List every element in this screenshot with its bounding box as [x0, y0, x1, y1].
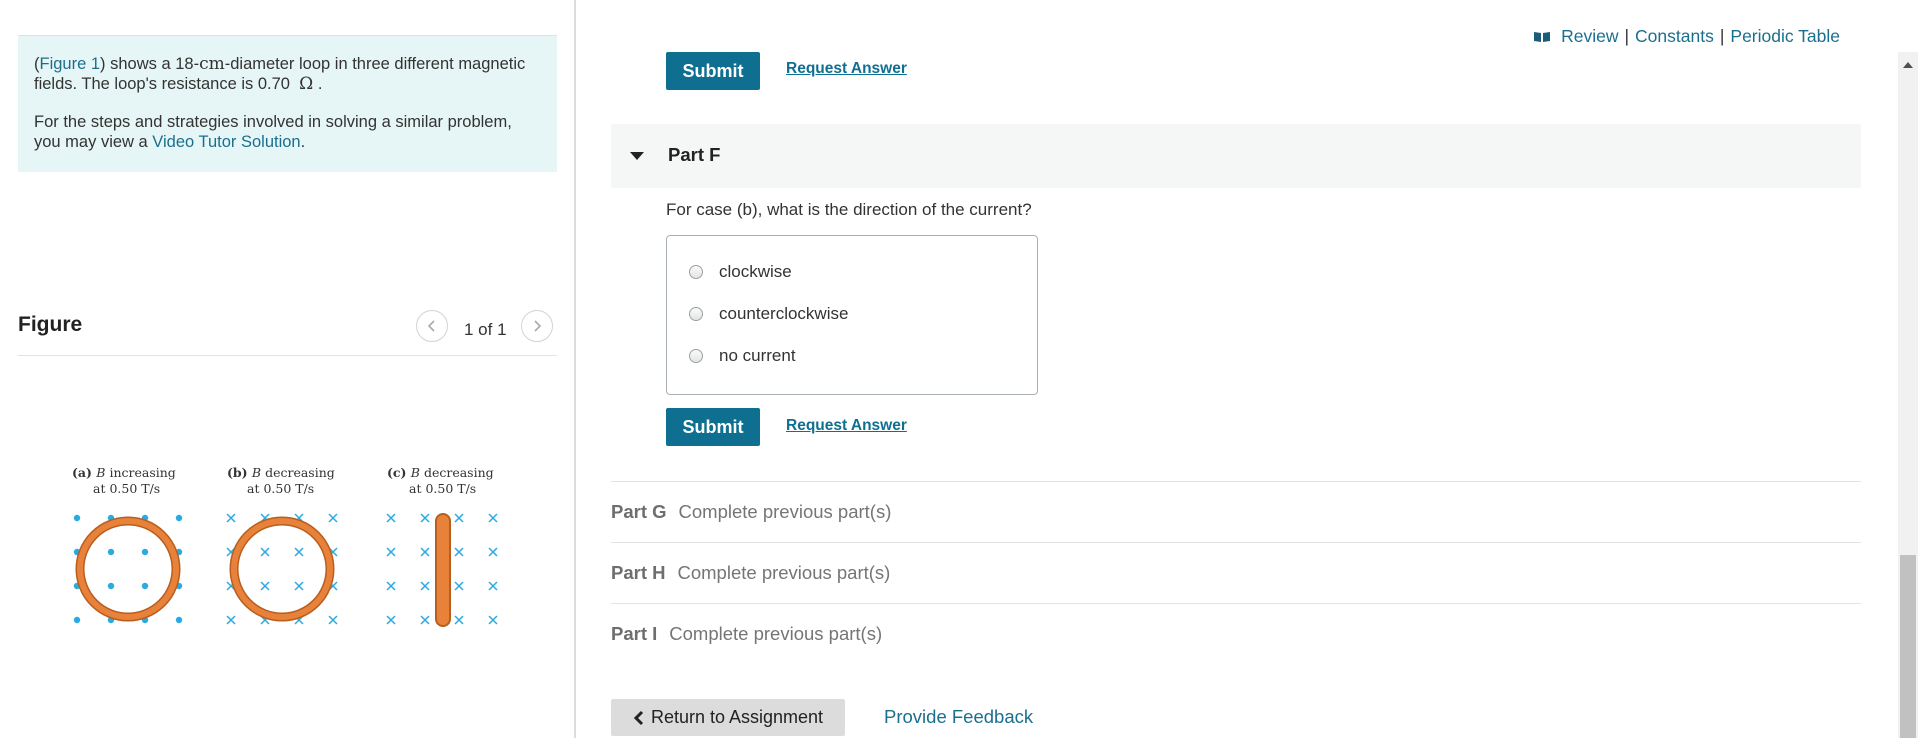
omega-symbol: Ω	[299, 74, 314, 94]
part-f-label: Part F	[668, 144, 721, 165]
field-crosses-b	[226, 513, 338, 625]
return-to-assignment-button[interactable]: Return to Assignment	[611, 699, 845, 736]
panel-b-label-line2: at 0.50 T/s	[247, 481, 314, 496]
radio-button[interactable]	[689, 265, 703, 279]
request-answer-link-part-f[interactable]: Request Answer	[786, 417, 907, 435]
panel-b-label-line1: (b) B decreasing	[227, 465, 335, 480]
problem-paragraph-1: (Figure 1) shows a 18-cm-diameter loop i…	[34, 54, 526, 94]
panel-c-label-line2: at 0.50 T/s	[409, 481, 476, 496]
field-dots-a	[73, 514, 183, 624]
submit-button-part-e[interactable]: Submit	[666, 52, 760, 90]
request-answer-link-part-e[interactable]: Request Answer	[786, 60, 907, 78]
review-link[interactable]: Review	[1561, 26, 1618, 47]
part-i-status: Complete previous part(s)	[669, 623, 883, 644]
part-g-row: Part G Complete previous part(s)	[611, 481, 1861, 542]
figure-page-count: 1 of 1	[464, 320, 507, 339]
provide-feedback-link[interactable]: Provide Feedback	[884, 706, 1033, 728]
part-f-question: For case (b), what is the direction of t…	[666, 200, 1032, 219]
chevron-left-icon	[633, 710, 644, 725]
unit-cm: cm	[199, 54, 225, 74]
left-pane: (Figure 1) shows a 18-cm-diameter loop i…	[0, 0, 574, 738]
pane-divider[interactable]	[574, 0, 576, 738]
radio-button[interactable]	[689, 349, 703, 363]
part-h-row: Part H Complete previous part(s)	[611, 542, 1861, 603]
loop-b	[231, 518, 333, 620]
panel-a-label-line1: (a) B increasing	[72, 465, 176, 480]
chevron-right-icon	[534, 320, 542, 332]
problem-statement: (Figure 1) shows a 18-cm-diameter loop i…	[18, 35, 557, 172]
panel-c-label-line1: (c) B decreasing	[387, 465, 494, 480]
collapse-triangle-icon	[630, 152, 644, 160]
part-g-label: Part G	[611, 501, 667, 522]
figure-link[interactable]: Figure 1	[40, 55, 101, 73]
constants-link[interactable]: Constants	[1635, 26, 1714, 47]
next-figure-button[interactable]	[521, 310, 553, 342]
periodic-table-link[interactable]: Periodic Table	[1730, 26, 1840, 47]
scrollbar-thumb[interactable]	[1900, 555, 1916, 738]
chevron-left-icon	[427, 320, 435, 332]
book-icon	[1534, 31, 1551, 42]
answer-choices: clockwise counterclockwise no current	[666, 235, 1038, 395]
vertical-scrollbar[interactable]	[1898, 52, 1918, 738]
part-f-header[interactable]: Part F	[611, 124, 1861, 188]
part-g-status: Complete previous part(s)	[678, 501, 892, 522]
problem-paragraph-2: For the steps and strategies involved in…	[34, 113, 512, 151]
part-i-label: Part I	[611, 623, 658, 644]
figure-title: Figure	[18, 313, 83, 336]
video-tutor-link[interactable]: Video Tutor Solution	[152, 133, 300, 151]
loop-a	[77, 518, 179, 620]
prev-figure-button[interactable]	[416, 310, 448, 342]
choice-counterclockwise[interactable]: counterclockwise	[689, 304, 848, 324]
loop-figure: (a) B increasing at 0.50 T/s (b) B decre…	[72, 465, 498, 627]
part-h-label: Part H	[611, 562, 666, 583]
submit-button-part-f[interactable]: Submit	[666, 408, 760, 446]
scroll-up-arrow-icon[interactable]	[1903, 62, 1913, 68]
figure-header: Figure 1 of 1	[18, 305, 557, 356]
choice-clockwise[interactable]: clockwise	[689, 262, 792, 282]
resource-links: Review | Constants | Periodic Table	[1533, 26, 1840, 47]
panel-a-label-line2: at 0.50 T/s	[93, 481, 160, 496]
right-pane: Review | Constants | Periodic Table Subm…	[578, 0, 1898, 738]
part-i-row: Part I Complete previous part(s)	[611, 603, 1861, 664]
choice-no-current[interactable]: no current	[689, 346, 796, 366]
loop-c-edge-on	[435, 513, 451, 627]
part-h-status: Complete previous part(s)	[677, 562, 891, 583]
radio-button[interactable]	[689, 307, 703, 321]
